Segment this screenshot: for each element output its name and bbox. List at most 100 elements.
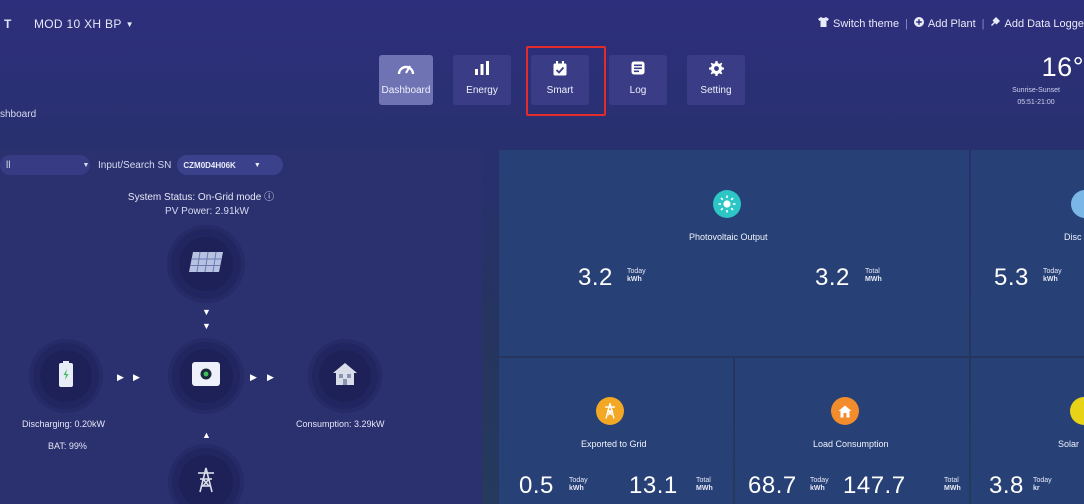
grid-total-label: Total	[696, 477, 711, 484]
chevron-down-icon: ▼	[253, 161, 261, 169]
device-type-value: ll	[6, 159, 11, 171]
pv-output-card	[499, 150, 969, 356]
weather-widget: 16° Sunrise-Sunset 05:51-21:00	[1004, 52, 1084, 106]
pv-node-inner	[179, 237, 233, 291]
arrow-up-icon: ▲	[202, 430, 211, 440]
breadcrumb: shboard	[0, 109, 37, 120]
pv-panel-node[interactable]	[171, 229, 241, 299]
arrow-down-icon: ▼	[202, 321, 211, 331]
discharging-label: Discharging: 0.20kW	[22, 419, 106, 429]
tab-setting-label: Setting	[700, 85, 732, 96]
app-window: T MOD 10 XH BP ▼ Switch theme | Add Plant…	[0, 0, 1084, 504]
inverter-node[interactable]	[172, 342, 240, 410]
sn-value: CZM0D4H06K	[183, 160, 236, 170]
pv-output-title: Photovoltaic Output	[689, 232, 768, 242]
pv-today-value: 3.2	[578, 264, 613, 291]
tab-energy[interactable]: Energy	[453, 55, 511, 105]
battery-node[interactable]	[33, 343, 99, 409]
battery-node-inner	[40, 350, 92, 402]
grid-today-unit: kWh	[569, 485, 584, 492]
inverter-node-inner	[179, 349, 233, 403]
tab-setting[interactable]: Setting	[687, 55, 745, 105]
load-today-unit: kWh	[810, 485, 825, 492]
tab-dashboard-label: Dashboard	[381, 85, 431, 96]
temperature: 16°	[1041, 52, 1084, 82]
pv-power: PV Power: 2.91kW	[165, 206, 249, 217]
solar-today-unit: kr	[1033, 485, 1040, 492]
grid-node-inner	[179, 455, 233, 504]
device-type-select[interactable]: ll ▼	[0, 155, 90, 175]
inverter-icon	[191, 361, 221, 392]
load-total-unit: MWh	[944, 485, 961, 492]
switch-theme-label: Switch theme	[833, 17, 900, 30]
chevron-down-icon: ▼	[82, 161, 90, 169]
arrow-right-icon: ▶	[133, 372, 140, 382]
plant-selector[interactable]: MOD 10 XH BP ▼	[34, 17, 134, 31]
house-icon	[332, 362, 358, 391]
grid-today-value: 0.5	[519, 472, 554, 499]
plug-icon	[990, 17, 1001, 30]
pv-total-label: Total	[865, 268, 880, 275]
sn-label: Input/Search SN	[98, 159, 172, 171]
discharge-title: Disc	[1064, 232, 1082, 242]
add-plant-button[interactable]: Add Plant	[913, 17, 976, 30]
pv-total-value: 3.2	[815, 264, 850, 291]
device-controls: ll ▼ Input/Search SN CZM0D4H06K ▼	[0, 155, 284, 175]
sun-icon	[713, 190, 741, 218]
tab-log-label: Log	[629, 85, 647, 96]
grid-tower-icon	[596, 397, 624, 425]
power-tower-icon	[197, 467, 215, 498]
battery-soc-label: BAT: 99%	[48, 441, 87, 451]
solar-today-value: 3.8	[989, 472, 1024, 499]
add-plant-label: Add Plant	[927, 17, 976, 30]
calendar-check-icon	[553, 59, 567, 77]
load-total-value: 147.7	[843, 472, 906, 499]
load-today-value: 68.7	[748, 472, 797, 499]
tab-dashboard[interactable]: Dashboard	[379, 55, 433, 105]
discharge-today-value: 5.3	[994, 264, 1029, 291]
sunrise-sunset-time: 05:51-21:00	[1017, 99, 1055, 106]
tab-log[interactable]: Log	[609, 55, 667, 105]
load-today-label: Today	[810, 477, 829, 484]
arrow-right-icon: ▶	[250, 372, 257, 382]
pv-today-label: Today	[627, 268, 646, 275]
load-consumption-title: Load Consumption	[813, 439, 889, 449]
switch-theme-button[interactable]: Switch theme	[818, 17, 899, 30]
main-tabs: Dashboard Energy Smart Log Setting	[379, 55, 765, 105]
top-actions: Switch theme | Add Plant | Add Data Logg…	[818, 17, 1084, 30]
add-data-logger-label: Add Data Logge	[1004, 17, 1084, 30]
tab-smart[interactable]: Smart	[531, 55, 589, 105]
discharge-today-unit: kWh	[1043, 276, 1058, 283]
solar-today-label: Today	[1033, 477, 1052, 484]
top-bar: T MOD 10 XH BP ▼ Switch theme | Add Plant…	[0, 0, 1084, 40]
load-total-label: Total	[944, 477, 959, 484]
arrow-down-icon: ▼	[202, 307, 211, 317]
arrow-right-icon: ▶	[117, 372, 124, 382]
sunrise-sunset-label: Sunrise-Sunset	[1012, 87, 1060, 94]
house-load-icon	[831, 397, 859, 425]
divider: |	[905, 17, 908, 30]
tab-energy-label: Energy	[466, 85, 498, 96]
add-data-logger-button[interactable]: Add Data Logge	[990, 17, 1084, 30]
pv-today-unit: kWh	[627, 276, 642, 283]
tab-smart-label: Smart	[546, 85, 574, 96]
chevron-down-icon: ▼	[125, 20, 134, 29]
bar-chart-icon	[474, 59, 490, 77]
exported-grid-title: Exported to Grid	[581, 439, 647, 449]
pv-total-unit: MWh	[865, 276, 882, 283]
discharge-today-label: Today	[1043, 268, 1062, 275]
brand-logo: T	[4, 17, 12, 31]
house-node-inner	[319, 350, 371, 402]
solar-panel-icon	[188, 251, 224, 278]
grid-total-value: 13.1	[629, 472, 678, 499]
house-node[interactable]	[312, 343, 378, 409]
consumption-label: Consumption: 3.29kW	[296, 419, 385, 429]
battery-icon	[58, 360, 74, 392]
arrow-right-icon: ▶	[267, 372, 274, 382]
plus-circle-icon	[913, 17, 924, 30]
sn-search-select[interactable]: CZM0D4H06K ▼	[177, 155, 284, 175]
solar-card	[971, 358, 1084, 504]
plant-name: MOD 10 XH BP	[34, 17, 122, 31]
gear-icon	[708, 59, 724, 77]
grid-total-unit: MWh	[696, 485, 713, 492]
